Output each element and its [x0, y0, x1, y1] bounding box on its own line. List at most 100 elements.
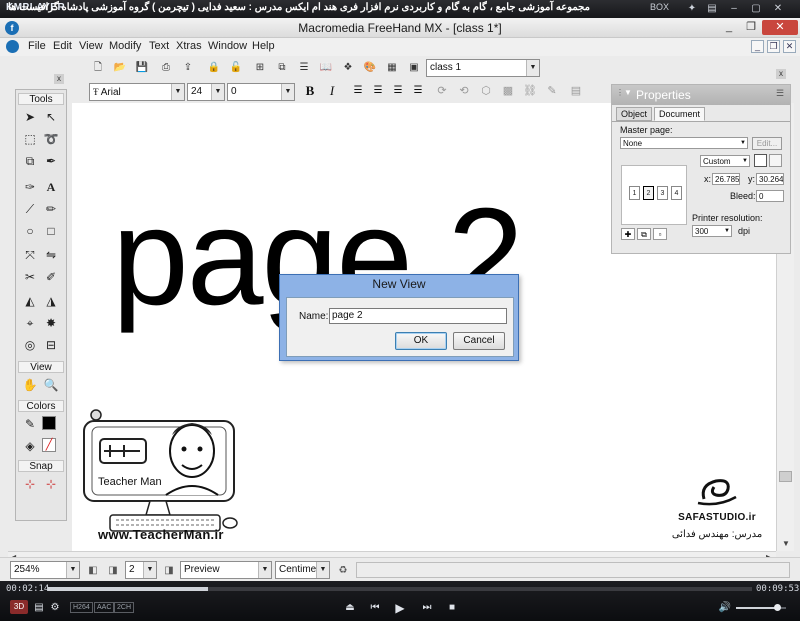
lasso-tool-icon[interactable]: ➰ [42, 130, 60, 148]
leading-combo[interactable]: 0 ▼ [227, 83, 295, 101]
zoom-combo[interactable]: 254% ▼ [10, 561, 80, 579]
view-name-input[interactable]: page 2 [329, 308, 507, 324]
close-icon[interactable]: ✕ [762, 20, 798, 35]
three-d-button[interactable]: 3D [10, 600, 28, 614]
bleed-field[interactable]: 0 [756, 190, 784, 202]
menu-view[interactable]: View [79, 40, 103, 52]
next-icon[interactable]: ⏭ [420, 601, 434, 615]
knife-tool-icon[interactable]: ✂ [21, 268, 39, 286]
styles-icon[interactable]: ❖ [340, 60, 356, 76]
tab-document[interactable]: Document [654, 107, 706, 121]
halftones-icon[interactable]: ▣ [406, 60, 422, 76]
link-text-icon[interactable]: ⛓ [522, 83, 538, 99]
attach-to-path-icon[interactable]: ⟳ [434, 83, 450, 99]
transform-icon[interactable]: ⧉ [274, 60, 290, 76]
units-combo[interactable]: Centimeters ▼ [275, 561, 330, 579]
pencil-tool-icon[interactable]: ✏ [42, 200, 60, 218]
seek-bar[interactable] [48, 587, 752, 591]
font-name-combo[interactable]: Ŧ Arial ▼ [89, 83, 185, 101]
player-box-button[interactable]: BOX [650, 2, 669, 12]
document-icon[interactable] [6, 40, 19, 53]
menu-file[interactable]: File [28, 40, 46, 52]
prev-page-icon[interactable]: ◧ [86, 564, 100, 578]
last-page-icon[interactable]: ◨ [162, 564, 176, 578]
open-icon[interactable]: 📂 [112, 60, 128, 76]
landscape-orientation-icon[interactable] [769, 154, 782, 167]
collapse-triangle-icon[interactable]: ▼ [624, 88, 632, 97]
fill-bucket-icon[interactable]: ◈ [21, 437, 39, 455]
hand-tool-icon[interactable]: ✋ [21, 376, 39, 394]
portrait-orientation-icon[interactable] [754, 154, 767, 167]
align-left-icon[interactable]: ☰ [350, 83, 366, 99]
page-combo[interactable]: 2 ▼ [125, 561, 157, 579]
chart-tool-icon[interactable]: ⊟ [42, 336, 60, 354]
freeform-tool-icon[interactable]: ⤧ [21, 246, 39, 264]
y-field[interactable]: 30.264 [756, 173, 784, 185]
unlock-icon[interactable]: 🔓 [228, 60, 244, 76]
snap-to-guide-icon[interactable]: ⊹ [42, 475, 60, 493]
minimize-icon[interactable]: _ [718, 20, 740, 35]
text-effect-icon[interactable]: ▩ [500, 83, 516, 99]
add-page-icon[interactable]: ✚ [621, 228, 635, 240]
page-thumb-3[interactable]: 3 [657, 186, 668, 200]
stop-icon[interactable]: ■ [445, 601, 459, 615]
menu-window[interactable]: Window [208, 40, 247, 52]
previous-icon[interactable]: ⏮ [368, 601, 382, 615]
page-thumb-1[interactable]: 1 [629, 186, 640, 200]
panel-grip-icon[interactable]: ⋮ [616, 88, 624, 97]
text-tool-icon[interactable]: A [42, 178, 60, 196]
page-thumbnails[interactable]: 1 2 3 4 [621, 165, 687, 225]
pin-icon[interactable]: ✦ [686, 3, 698, 15]
tab-object[interactable]: Object [616, 107, 653, 121]
ok-button[interactable]: OK [395, 332, 447, 350]
eyedropper-tool-icon[interactable]: ✒ [42, 152, 60, 170]
pen-tool-icon[interactable]: ✑ [21, 178, 39, 196]
align-icon[interactable]: ⊞ [252, 60, 268, 76]
volume-icon[interactable]: 🔊 [718, 601, 732, 615]
menu-text[interactable]: Text [149, 40, 169, 52]
lock-icon[interactable]: 🔒 [206, 60, 222, 76]
settings-gear-icon[interactable]: ⚙ [48, 601, 62, 615]
rectangle-tool-icon[interactable]: □ [42, 222, 60, 240]
graphic-hose-icon[interactable]: ✸ [42, 314, 60, 332]
recycle-icon[interactable]: ♻ [336, 564, 350, 578]
layers-icon[interactable]: ☰ [296, 60, 312, 76]
printer-resolution-combo[interactable]: 300 ▼ [692, 225, 732, 237]
doc-minimize-icon[interactable]: _ [751, 40, 764, 53]
edit-master-button[interactable]: Edit... [752, 137, 782, 150]
tools-close-button[interactable]: x [54, 74, 64, 84]
subselect-tool-icon[interactable]: ↖ [42, 108, 60, 126]
menu-modify[interactable]: Modify [109, 40, 141, 52]
save-icon[interactable]: 💾 [134, 60, 150, 76]
page-thumb-4[interactable]: 4 [671, 186, 682, 200]
bezigon-tool-icon[interactable]: ✐ [42, 268, 60, 286]
restore-icon[interactable]: ❐ [740, 20, 762, 35]
eject-icon[interactable]: ⏏ [343, 601, 357, 615]
reflect-tool-icon[interactable]: ⇋ [42, 246, 60, 264]
library-icon[interactable]: 📖 [318, 60, 334, 76]
x-field[interactable]: 26.785 [712, 173, 740, 185]
menu-help[interactable]: Help [252, 40, 275, 52]
spiral-tool-icon[interactable]: ◎ [21, 336, 39, 354]
view-mode-combo[interactable]: Preview ▼ [180, 561, 272, 579]
minimize-icon[interactable]: – [728, 3, 740, 15]
bold-button[interactable]: B [302, 83, 318, 99]
trace-tool-icon[interactable]: ⌖ [21, 314, 39, 332]
color-mixer-icon[interactable]: 🎨 [362, 60, 378, 76]
page-thumb-2[interactable]: 2 [643, 186, 654, 200]
italic-button[interactable]: I [324, 83, 340, 99]
new-document-icon[interactable]: 🗋 [90, 60, 106, 76]
page-view-combo[interactable]: class 1 ▼ [426, 59, 540, 77]
play-icon[interactable]: ▶ [393, 601, 407, 615]
playlist-icon[interactable]: ▤ [32, 601, 46, 615]
menu-xtras[interactable]: Xtras [176, 40, 202, 52]
thumbnail-size-icon[interactable]: ▫ [653, 228, 667, 240]
align-right-icon[interactable]: ☰ [390, 83, 406, 99]
scale-tool-icon[interactable]: ⧉ [21, 152, 39, 170]
export-icon[interactable]: ⇪ [180, 60, 196, 76]
line-tool-icon[interactable]: ⟋ [21, 200, 39, 218]
page-layout-icon[interactable]: ⧉ [637, 228, 651, 240]
next-page-icon[interactable]: ◨ [106, 564, 120, 578]
page-size-combo[interactable]: Custom ▼ [700, 155, 750, 167]
stroke-color-icon[interactable]: ✎ [21, 415, 39, 433]
